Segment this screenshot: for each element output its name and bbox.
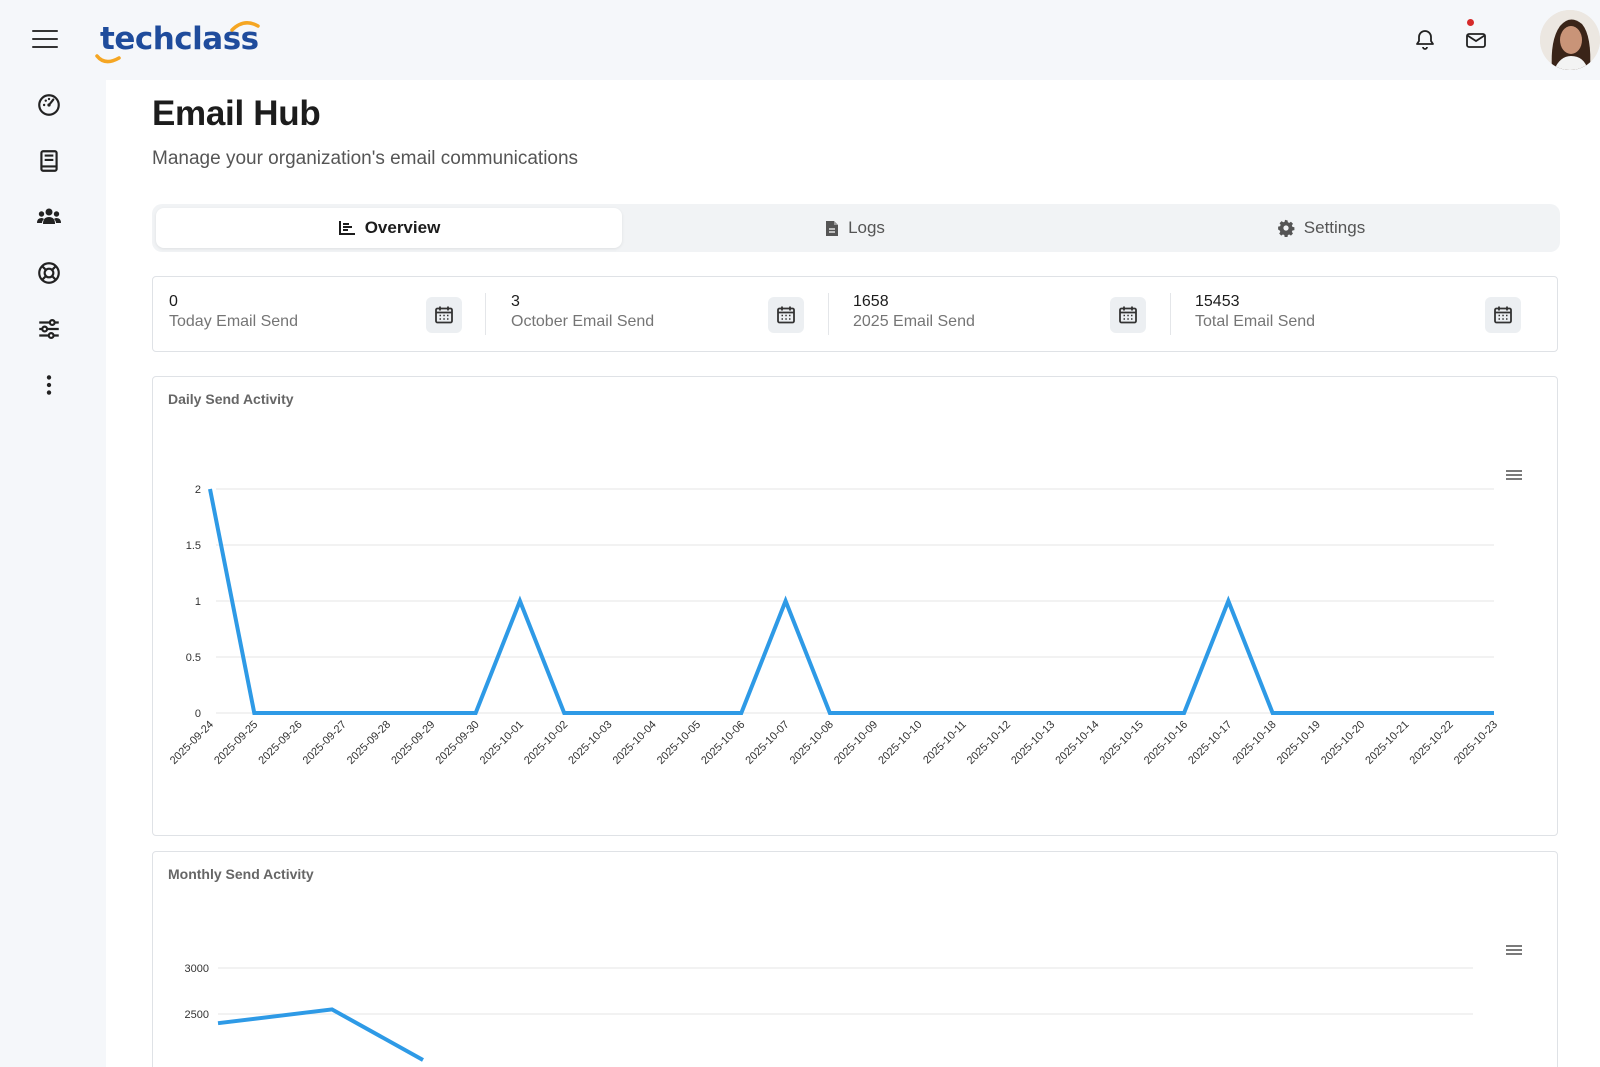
stat-value: 15453 xyxy=(1195,293,1240,310)
x-tick-label: 2025-10-10 xyxy=(876,719,924,767)
x-tick-label: 2025-10-16 xyxy=(1142,719,1190,767)
stat-divider xyxy=(828,293,829,335)
x-tick-label: 2025-10-02 xyxy=(522,719,570,767)
calendar-button[interactable] xyxy=(426,297,462,333)
tab-overview-label: Overview xyxy=(364,218,441,237)
y-tick-label: 2500 xyxy=(185,1009,209,1021)
sidebar xyxy=(0,80,106,1067)
dashboard-gauge-icon[interactable] xyxy=(36,92,62,118)
tab-bar: Overview Logs Settings xyxy=(152,204,1560,252)
x-tick-label: 2025-10-15 xyxy=(1098,719,1146,767)
bell-icon[interactable] xyxy=(1413,28,1437,52)
y-tick-label: 3000 xyxy=(185,963,209,975)
y-tick-label: 2 xyxy=(195,484,201,496)
x-tick-label: 2025-10-13 xyxy=(1009,719,1057,767)
gear-icon xyxy=(1277,219,1295,237)
stat-total: 15453 Total Email Send xyxy=(1179,277,1557,351)
stats-panel: 0 Today Email Send 3 October Email Send xyxy=(152,276,1558,352)
users-icon[interactable] xyxy=(36,204,62,230)
stat-label: Today Email Send xyxy=(169,313,298,330)
calendar-icon xyxy=(1119,306,1137,324)
monthly-send-chart: 2500 3000 xyxy=(185,963,1473,1062)
stat-today: 0 Today Email Send xyxy=(153,277,504,351)
stat-value: 0 xyxy=(169,293,178,310)
calendar-button[interactable] xyxy=(1110,297,1146,333)
menu-icon[interactable] xyxy=(32,28,58,50)
x-tick-label: 2025-10-09 xyxy=(832,719,880,767)
stat-label: 2025 Email Send xyxy=(853,313,975,330)
stat-label: October Email Send xyxy=(511,313,655,330)
stat-label: Total Email Send xyxy=(1195,313,1316,330)
calendar-button[interactable] xyxy=(768,297,804,333)
book-icon[interactable] xyxy=(36,148,62,174)
x-tick-label: 2025-10-07 xyxy=(743,719,791,767)
y-tick-label: 1 xyxy=(195,596,201,608)
stat-divider xyxy=(1170,293,1171,335)
file-icon xyxy=(826,220,839,236)
calendar-icon xyxy=(1494,306,1512,324)
x-tick-label: 2025-10-12 xyxy=(965,719,1013,767)
tab-logs-label: Logs xyxy=(848,218,885,237)
x-tick-label: 2025-10-18 xyxy=(1230,719,1278,767)
tab-settings-label: Settings xyxy=(1303,218,1366,237)
calendar-icon xyxy=(777,306,795,324)
x-tick-label: 2025-10-21 xyxy=(1363,719,1411,767)
lifebuoy-icon[interactable] xyxy=(36,260,62,286)
x-tick-label: 2025-10-04 xyxy=(611,719,659,767)
tab-overview[interactable]: Overview xyxy=(156,208,622,248)
y-tick-label: 0 xyxy=(195,708,201,720)
notification-dot xyxy=(1467,19,1474,26)
x-tick-label: 2025-10-03 xyxy=(566,719,614,767)
user-avatar[interactable] xyxy=(1540,10,1600,70)
y-tick-label: 1.5 xyxy=(186,540,201,552)
x-tick-label: 2025-10-08 xyxy=(788,719,836,767)
x-tick-label: 2025-10-22 xyxy=(1408,719,1456,767)
more-vertical-icon[interactable] xyxy=(36,372,62,398)
y-tick-label: 0.5 xyxy=(186,652,201,664)
monthly-send-card: Monthly Send Activity 2500 3000 xyxy=(152,851,1558,1067)
sliders-icon[interactable] xyxy=(36,316,62,342)
stat-value: 1658 xyxy=(853,293,889,310)
page-subtitle: Manage your organization's email communi… xyxy=(152,148,579,169)
x-tick-label: 2025-10-05 xyxy=(655,719,703,767)
logo-arc-icon xyxy=(230,21,260,32)
stat-divider xyxy=(485,293,486,335)
techclass-logo[interactable]: techclass xyxy=(95,14,260,64)
x-tick-label: 2025-09-29 xyxy=(389,719,437,767)
x-tick-label: 2025-10-01 xyxy=(478,719,526,767)
mail-icon[interactable] xyxy=(1464,28,1488,52)
x-tick-label: 2025-09-24 xyxy=(168,719,216,767)
daily-send-card: Daily Send Activity 0 0.5 1 1.5 2 2025-09-24 2… xyxy=(152,376,1558,836)
tab-settings[interactable]: Settings xyxy=(1088,208,1554,248)
main-content: Email Hub Manage your organization's ema… xyxy=(106,80,1600,1067)
calendar-icon xyxy=(435,306,453,324)
x-tick-label: 2025-10-14 xyxy=(1053,719,1101,767)
stat-year: 1658 2025 Email Send xyxy=(837,277,1188,351)
page-title: Email Hub xyxy=(152,94,321,133)
stat-october: 3 October Email Send xyxy=(495,277,846,351)
logo-swoosh-icon xyxy=(95,54,121,64)
stat-value: 3 xyxy=(511,293,520,310)
daily-send-chart: 00.511.522025-09-242025-09-252025-09-262… xyxy=(168,484,1500,767)
x-tick-label: 2025-10-23 xyxy=(1452,719,1500,767)
x-tick-label: 2025-10-06 xyxy=(699,719,747,767)
series-line xyxy=(217,1007,424,1062)
x-tick-label: 2025-09-30 xyxy=(433,719,481,767)
x-tick-label: 2025-09-28 xyxy=(345,719,393,767)
chart-bar-icon xyxy=(338,221,355,235)
x-tick-label: 2025-10-20 xyxy=(1319,719,1367,767)
x-tick-label: 2025-09-26 xyxy=(256,719,304,767)
x-tick-label: 2025-10-17 xyxy=(1186,719,1234,767)
x-tick-label: 2025-10-11 xyxy=(921,719,969,767)
calendar-button[interactable] xyxy=(1485,297,1521,333)
x-tick-label: 2025-09-25 xyxy=(212,719,260,767)
tab-logs[interactable]: Logs xyxy=(622,208,1088,248)
top-bar: techclass xyxy=(0,0,1600,80)
x-tick-label: 2025-09-27 xyxy=(301,719,349,767)
avatar-image xyxy=(1540,10,1600,70)
x-tick-label: 2025-10-19 xyxy=(1275,719,1323,767)
